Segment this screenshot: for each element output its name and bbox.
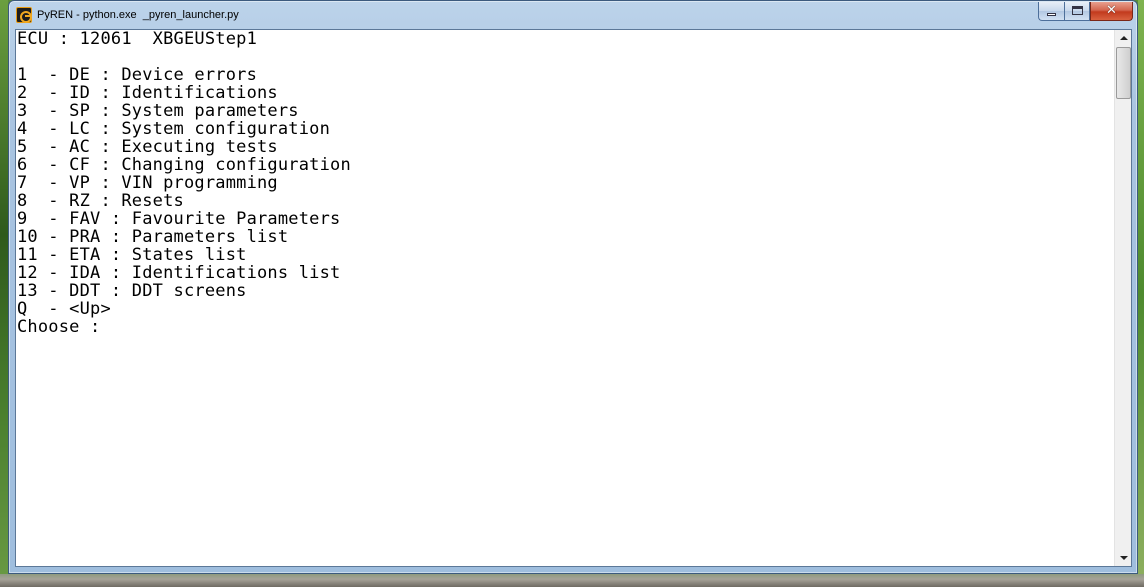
desktop-background-left [0,0,8,587]
menu-item-system-configuration: 4 - LC : System configuration [17,119,331,139]
maximize-button[interactable] [1064,2,1090,21]
minimize-button[interactable] [1038,2,1064,21]
title-bar[interactable]: PyREN - python.exe _pyren_launcher.py ✕ [9,1,1137,29]
menu-item-states-list: 11 - ETA : States list [17,245,247,265]
scrollbar-thumb[interactable] [1116,47,1131,99]
window-title: PyREN - python.exe _pyren_launcher.py [37,9,239,21]
menu-item-ddt-screens: 13 - DDT : DDT screens [17,281,247,301]
menu-item-system-parameters: 3 - SP : System parameters [17,101,299,121]
close-button[interactable]: ✕ [1090,2,1133,21]
pyren-app-icon[interactable] [16,7,32,23]
ecu-header-line: ECU : 12061 XBGEUStep1 [17,30,258,49]
console-output[interactable]: ECU : 12061 XBGEUStep1 1 - DE : Device e… [17,30,1114,566]
menu-item-up: Q - <Up> [17,299,111,319]
arrow-up-icon [1120,36,1128,40]
minimize-icon [1047,13,1056,16]
menu-item-device-errors: 1 - DE : Device errors [17,65,258,85]
menu-item-identifications: 2 - ID : Identifications [17,83,278,103]
desktop-background-bottom [0,574,1144,587]
caption-buttons: ✕ [1038,2,1133,21]
scroll-down-button[interactable] [1115,549,1132,566]
choose-prompt[interactable]: Choose : [17,318,1114,336]
menu-item-favourite-parameters: 9 - FAV : Favourite Parameters [17,209,341,229]
menu-item-vin-programming: 7 - VP : VIN programming [17,173,278,193]
maximize-icon [1072,6,1083,15]
scroll-up-button[interactable] [1115,30,1132,47]
menu-item-changing-configuration: 6 - CF : Changing configuration [17,155,351,175]
desktop-background-right [1138,0,1144,587]
console-client-area[interactable]: ECU : 12061 XBGEUStep1 1 - DE : Device e… [15,29,1132,567]
vertical-scrollbar[interactable] [1114,30,1131,566]
menu-item-resets: 8 - RZ : Resets [17,191,184,211]
menu-item-executing-tests: 5 - AC : Executing tests [17,137,278,157]
arrow-down-icon [1120,556,1128,560]
menu-item-identifications-list: 12 - IDA : Identifications list [17,263,341,283]
close-icon: ✕ [1106,3,1117,18]
console-window: PyREN - python.exe _pyren_launcher.py ✕ … [8,0,1138,574]
menu-item-parameters-list: 10 - PRA : Parameters list [17,227,289,247]
